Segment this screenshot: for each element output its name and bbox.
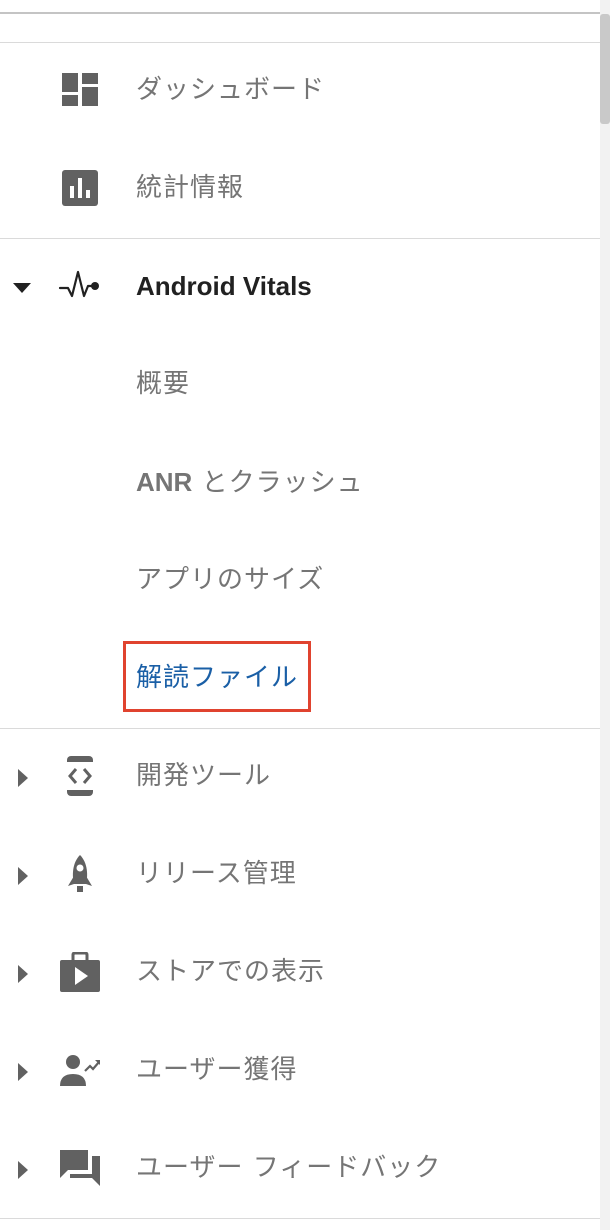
anr-label: ANR xyxy=(136,467,193,497)
caret-right-icon[interactable] xyxy=(12,768,32,788)
caret-right-icon[interactable] xyxy=(12,1062,32,1082)
nav-label-dashboard: ダッシュボード xyxy=(136,75,326,105)
nav-item-statistics[interactable]: 統計情報 xyxy=(0,140,600,238)
nav-item-dev-tools[interactable]: 開発ツール xyxy=(0,728,600,826)
code-icon xyxy=(67,756,93,796)
nav-label-statistics: 統計情報 xyxy=(136,173,245,203)
bar-chart-icon xyxy=(62,170,98,206)
subnav-item-anr-crashes[interactable]: ANR とクラッシュ xyxy=(0,434,600,532)
caret-right-icon[interactable] xyxy=(12,1160,32,1180)
subnav-item-app-size[interactable]: アプリのサイズ xyxy=(0,532,600,630)
divider xyxy=(0,1218,600,1219)
subnav-label-anr-crashes: ANR とクラッシュ xyxy=(136,462,364,502)
nav-item-android-vitals[interactable]: Android Vitals xyxy=(0,238,600,336)
nav-label-store: ストアでの表示 xyxy=(136,957,326,987)
nav-item-acquisition[interactable]: ユーザー獲得 xyxy=(0,1022,600,1120)
rocket-icon xyxy=(68,855,92,892)
nav-item-dashboard[interactable]: ダッシュボード xyxy=(0,42,600,140)
subnav-label-app-size: アプリのサイズ xyxy=(136,565,325,595)
user-growth-icon xyxy=(60,1055,100,1086)
scrollbar-thumb[interactable] xyxy=(600,14,610,124)
crashes-label: とクラッシュ xyxy=(192,468,364,498)
selection-highlight-box xyxy=(123,641,311,712)
nav-label-release: リリース管理 xyxy=(136,859,297,889)
chat-icon xyxy=(60,1150,100,1186)
subnav-label-overview: 概要 xyxy=(136,369,191,399)
caret-right-icon[interactable] xyxy=(12,964,32,984)
scrollbar-track[interactable] xyxy=(600,0,610,1230)
subnav-item-overview[interactable]: 概要 xyxy=(0,336,600,434)
nav-item-feedback[interactable]: ユーザー フィードバック xyxy=(0,1120,600,1218)
nav-item-release[interactable]: リリース管理 xyxy=(0,826,600,924)
nav-label-feedback: ユーザー フィードバック xyxy=(136,1153,442,1183)
caret-right-icon[interactable] xyxy=(12,866,32,886)
nav-label-acquisition: ユーザー獲得 xyxy=(136,1055,298,1085)
play-store-icon xyxy=(60,952,100,992)
top-border xyxy=(0,12,600,14)
nav-label-dev-tools: 開発ツール xyxy=(136,761,272,791)
caret-down-icon[interactable] xyxy=(12,278,32,298)
dashboard-icon xyxy=(62,73,98,106)
nav-label-android-vitals: Android Vitals xyxy=(136,271,312,301)
vitals-pulse-icon xyxy=(58,270,99,298)
nav-item-store[interactable]: ストアでの表示 xyxy=(0,924,600,1022)
